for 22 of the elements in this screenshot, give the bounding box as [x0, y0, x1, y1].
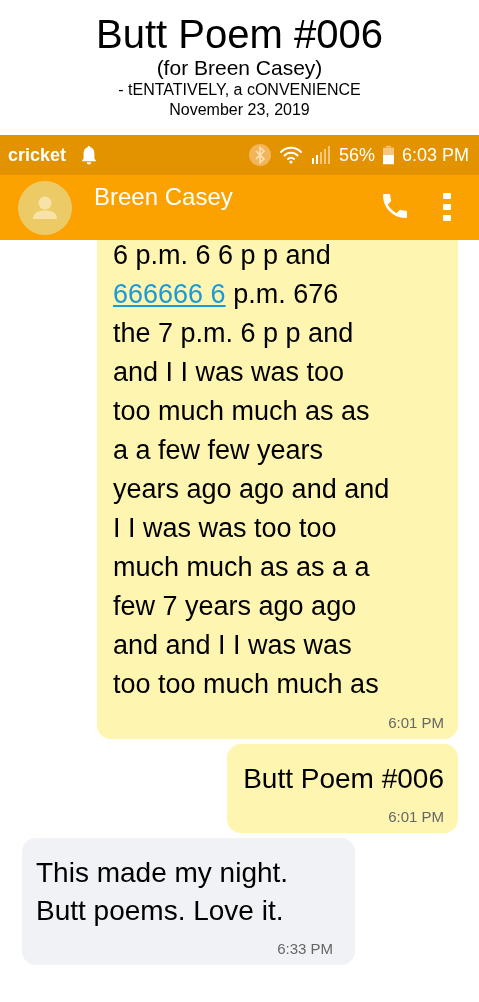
- clock-time: 6:03 PM: [401, 144, 469, 166]
- more-options-icon[interactable]: [443, 193, 451, 221]
- date: November 23, 2019: [169, 100, 310, 120]
- message-time: 6:01 PM: [388, 714, 444, 731]
- message-time: 6:33 PM: [277, 940, 333, 957]
- message-text: Butt Poem #006: [243, 762, 444, 796]
- wifi-icon: [278, 146, 303, 164]
- avatar-icon: [18, 181, 72, 235]
- carrier-name: cricket: [8, 144, 67, 166]
- battery-percent: 56%: [338, 144, 375, 166]
- bluetooth-icon: [248, 144, 271, 166]
- message-time: 6:01 PM: [388, 808, 444, 825]
- contact-name: Breen Casey: [94, 183, 233, 211]
- phone-number-link[interactable]: 666666 6: [113, 279, 226, 309]
- battery-icon: [382, 145, 394, 165]
- message-text: 6 p.m. 6 6 p p and 666666 6 p.m. 676 the 7 p.m. 6 p p and and I I was was too too much much as as a a few few years years ago ago and and I I was was too too much much as as a a few 7 years ago ago and and I I was was too too much much as: [113, 240, 391, 701]
- message-text: This made my night. Butt poems. Love it.: [36, 856, 290, 928]
- dedication: (for Breen Casey): [156, 56, 323, 80]
- bell-icon: [80, 145, 99, 165]
- author: - tENTATIVELY, a cONVENIENCE: [118, 80, 361, 100]
- signal-icon: [310, 145, 331, 165]
- poem-title: Butt Poem #006: [96, 12, 383, 56]
